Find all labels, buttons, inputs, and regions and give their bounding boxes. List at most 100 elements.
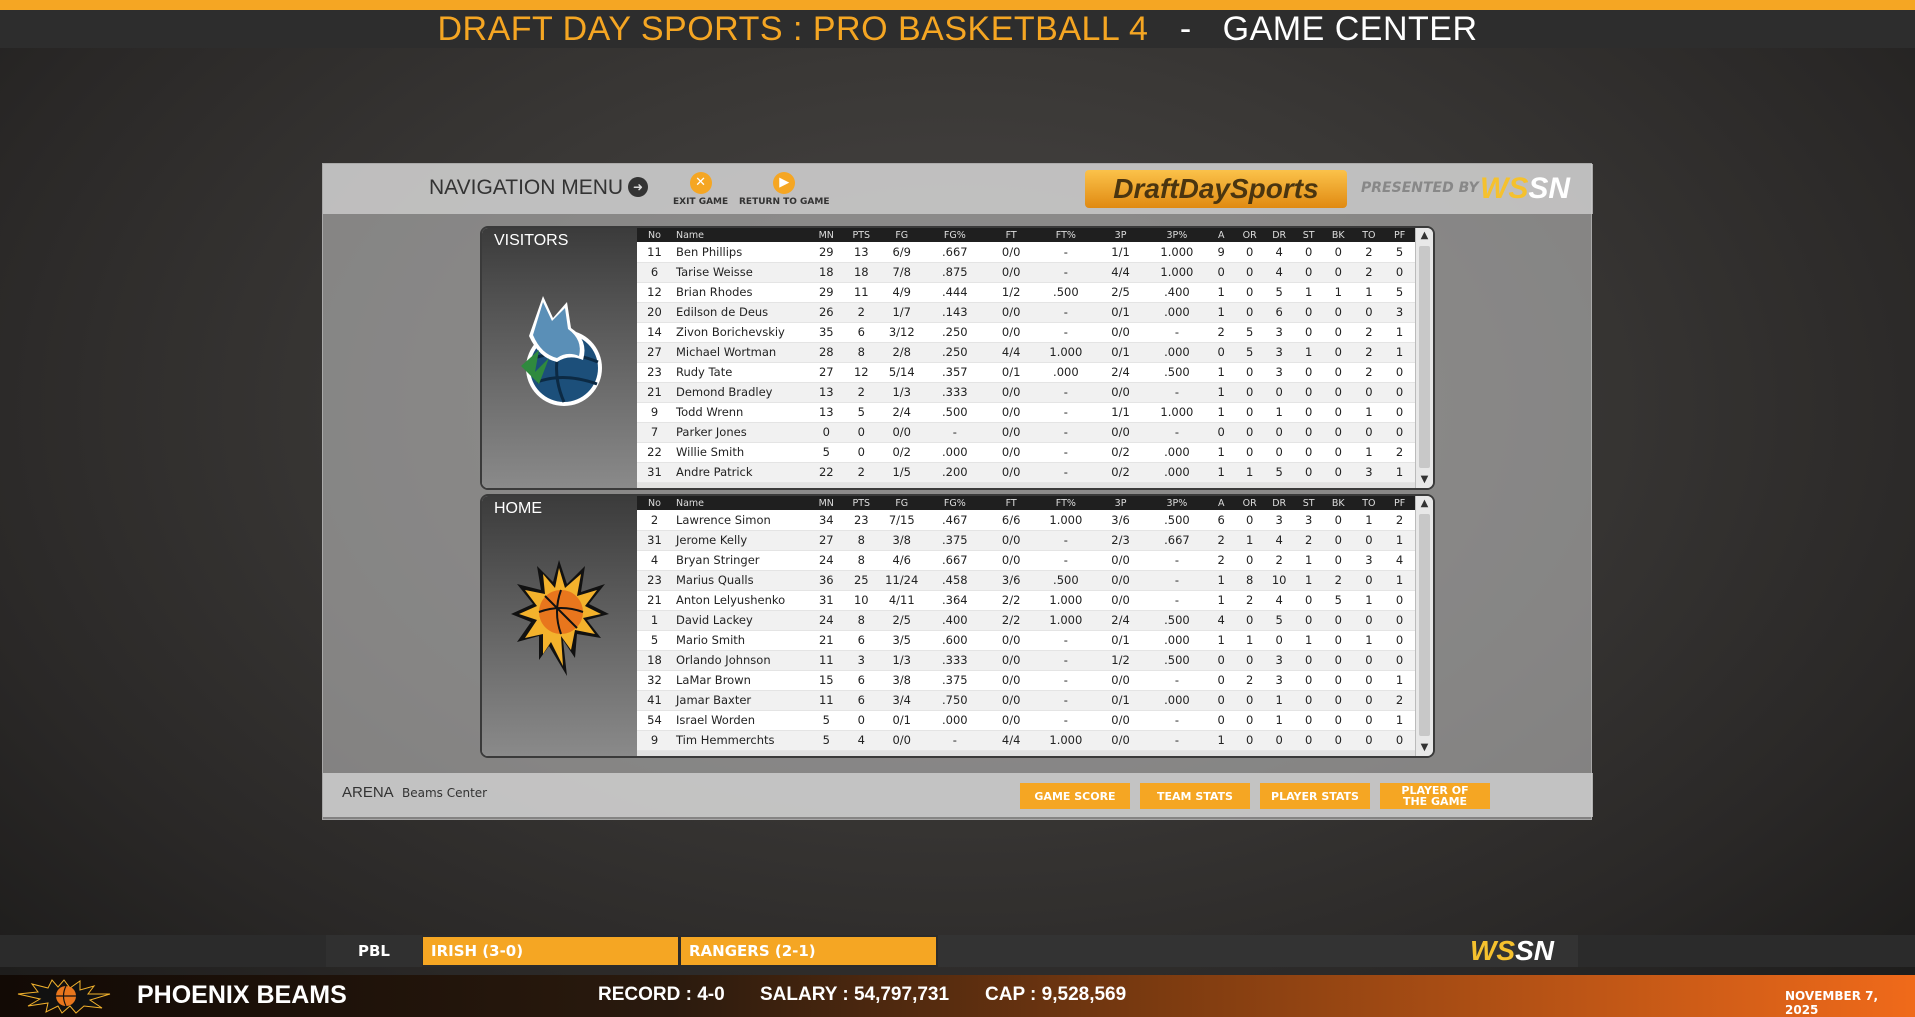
column-header[interactable]: FT%: [1037, 496, 1095, 510]
player-name[interactable]: Brian Rhodes: [672, 282, 809, 303]
player-row[interactable]: 21 Demond Bradley 13 2 1/3.333 0/0-0/0-1 0 0 0 0 0…: [637, 382, 1415, 403]
return-to-game-button[interactable]: ▶ RETURN TO GAME: [739, 172, 830, 207]
player-row[interactable]: 18 Orlando Johnson 11 3 1/3.333 0/0-1/2.500 0 0…: [637, 650, 1415, 671]
column-header[interactable]: BK: [1322, 496, 1354, 510]
column-header[interactable]: TO: [1353, 228, 1385, 242]
column-header[interactable]: ST: [1294, 228, 1323, 242]
column-header[interactable]: ST: [1294, 496, 1323, 510]
column-header[interactable]: PTS: [843, 228, 879, 242]
player-row[interactable]: 9 Todd Wrenn 13 5 2/4.500 0/0-1/1 1.000 1 0 1 0 0 1 0: [637, 402, 1415, 423]
scroll-up-icon[interactable]: ▲: [1416, 496, 1433, 512]
visitors-scrollbar[interactable]: ▲ ▼: [1415, 228, 1433, 488]
player-row[interactable]: 32 LaMar Brown 15 6 3/8.375 0/0-0/0-0 2 3 0 0 0 1: [637, 670, 1415, 691]
column-header[interactable]: A: [1206, 496, 1236, 510]
column-header[interactable]: 3P%: [1146, 228, 1207, 242]
navigation-arrow-icon[interactable]: ➜: [628, 177, 648, 197]
player-row[interactable]: 21 Anton Lelyushenko 31 10 4/11.364 2/2 1.000 0…: [637, 590, 1415, 611]
player-name[interactable]: Anton Lelyushenko: [672, 590, 809, 611]
column-header[interactable]: 3P: [1094, 228, 1147, 242]
player-row[interactable]: 54 Israel Worden 5 0 0/1.000 0/0-0/0-0 0 1 0 0 0 1: [637, 710, 1415, 731]
column-header[interactable]: No: [637, 228, 672, 242]
player-name[interactable]: Todd Wrenn: [672, 402, 809, 423]
column-header[interactable]: FG%: [924, 496, 985, 510]
ticker-game-1[interactable]: IRISH (3-0): [423, 937, 678, 965]
player-row[interactable]: 4 Bryan Stringer 24 8 4/6.667 0/0-0/0-2 0 2 1 0 3 4: [637, 550, 1415, 571]
player-name[interactable]: David Lackey: [672, 610, 809, 631]
player-row[interactable]: 14 Zivon Borichevskiy 35 6 3/12.250 0/0-0/0-2…: [637, 322, 1415, 343]
exit-game-button[interactable]: ✕ EXIT GAME: [673, 172, 728, 207]
scroll-thumb[interactable]: [1419, 246, 1430, 468]
player-name[interactable]: Israel Worden: [672, 710, 809, 731]
column-header[interactable]: PTS: [843, 496, 879, 510]
player-row[interactable]: 12 Brian Rhodes 29 11 4/9.444 1/2.500 2/5.400 1…: [637, 282, 1415, 303]
ticker-game-2[interactable]: RANGERS (2-1): [681, 937, 936, 965]
column-header[interactable]: Name: [672, 496, 809, 510]
column-header[interactable]: No: [637, 496, 672, 510]
column-header[interactable]: FT: [984, 228, 1038, 242]
player-row[interactable]: 31 Andre Patrick 22 2 1/5.200 0/0-0/2.000 1 1 5 0…: [637, 462, 1415, 483]
player-name[interactable]: Tim Hemmerchts: [672, 730, 809, 751]
player-name[interactable]: Jamar Baxter: [672, 690, 809, 711]
navigation-menu-label[interactable]: NAVIGATION MENU: [429, 176, 623, 200]
player-stats-button[interactable]: PLAYER STATS: [1260, 783, 1370, 809]
scroll-down-icon[interactable]: ▼: [1416, 472, 1433, 488]
player-name[interactable]: LaMar Brown: [672, 670, 809, 691]
player-name[interactable]: Michael Wortman: [672, 342, 809, 363]
scroll-down-icon[interactable]: ▼: [1416, 740, 1433, 756]
player-name[interactable]: Orlando Johnson: [672, 650, 809, 671]
player-name[interactable]: Lawrence Simon: [672, 510, 809, 531]
player-row[interactable]: 41 Jamar Baxter 11 6 3/4.750 0/0-0/1.000 0 0 1 0 0…: [637, 690, 1415, 711]
column-header[interactable]: DR: [1263, 496, 1295, 510]
player-row[interactable]: 2 Lawrence Simon 34 23 7/15.467 6/6 1.000 3/6.5…: [637, 510, 1415, 531]
column-header[interactable]: MN: [808, 228, 844, 242]
column-header[interactable]: PF: [1384, 496, 1415, 510]
column-header[interactable]: A: [1206, 228, 1236, 242]
player-name[interactable]: Edilson de Deus: [672, 302, 809, 323]
player-row[interactable]: 22 Willie Smith 5 0 0/2.000 0/0-0/2.000 1 0 0 0 0 1…: [637, 442, 1415, 463]
player-name[interactable]: Ben Phillips: [672, 242, 809, 263]
scroll-thumb[interactable]: [1419, 514, 1430, 736]
team-stats-button[interactable]: TEAM STATS: [1140, 783, 1250, 809]
player-name[interactable]: Willie Smith: [672, 442, 809, 463]
column-header[interactable]: MN: [808, 496, 844, 510]
player-row[interactable]: 1 David Lackey 24 8 2/5.400 2/2 1.000 2/4.500 4 0…: [637, 610, 1415, 631]
player-row[interactable]: 23 Marius Qualls 36 25 11/24.458 3/6.500 0/0-1…: [637, 570, 1415, 591]
player-name[interactable]: Andre Patrick: [672, 462, 809, 483]
player-name[interactable]: Marius Qualls: [672, 570, 809, 591]
column-header[interactable]: OR: [1235, 228, 1264, 242]
column-header[interactable]: FG: [878, 228, 925, 242]
player-row[interactable]: 27 Michael Wortman 28 8 2/8.250 4/4 1.000 0/1.0…: [637, 342, 1415, 363]
player-name[interactable]: Parker Jones: [672, 422, 809, 443]
player-name[interactable]: Rudy Tate: [672, 362, 809, 383]
column-header[interactable]: TO: [1353, 496, 1385, 510]
column-header[interactable]: FG%: [924, 228, 985, 242]
scroll-up-icon[interactable]: ▲: [1416, 228, 1433, 244]
player-row[interactable]: 6 Tarise Weisse 18 18 7/8.875 0/0-4/4 1.000 0 0 4…: [637, 262, 1415, 283]
player-name[interactable]: Bryan Stringer: [672, 550, 809, 571]
home-scrollbar[interactable]: ▲ ▼: [1415, 496, 1433, 756]
column-header[interactable]: Name: [672, 228, 809, 242]
column-header[interactable]: FG: [878, 496, 925, 510]
player-row[interactable]: 5 Mario Smith 21 6 3/5.600 0/0-0/1.000 1 1 0 1 0 1 0: [637, 630, 1415, 651]
column-header[interactable]: 3P: [1094, 496, 1147, 510]
player-row[interactable]: 31 Jerome Kelly 27 8 3/8.375 0/0-2/3.667 2 1 4 2 0…: [637, 530, 1415, 551]
column-header[interactable]: OR: [1235, 496, 1264, 510]
column-header[interactable]: 3P%: [1146, 496, 1207, 510]
player-name[interactable]: Demond Bradley: [672, 382, 809, 403]
game-score-button[interactable]: GAME SCORE: [1020, 783, 1130, 809]
player-row[interactable]: 11 Ben Phillips 29 13 6/9.667 0/0-1/1 1.000 9 0 4…: [637, 242, 1415, 263]
column-header[interactable]: FT%: [1037, 228, 1095, 242]
column-header[interactable]: FT: [984, 496, 1038, 510]
column-header[interactable]: BK: [1322, 228, 1354, 242]
player-name[interactable]: Mario Smith: [672, 630, 809, 651]
column-header[interactable]: PF: [1384, 228, 1415, 242]
player-row[interactable]: 9 Tim Hemmerchts 5 4 0/0-4/4 1.000 0/0-1 0 0 0 0 0 0: [637, 730, 1415, 751]
player-row[interactable]: 20 Edilson de Deus 26 2 1/7.143 0/0-0/1.000 1 0…: [637, 302, 1415, 323]
player-name[interactable]: Jerome Kelly: [672, 530, 809, 551]
column-header[interactable]: DR: [1263, 228, 1295, 242]
player-name[interactable]: Zivon Borichevskiy: [672, 322, 809, 343]
player-name[interactable]: Tarise Weisse: [672, 262, 809, 283]
player-row[interactable]: 7 Parker Jones 0 0 0/0-0/0-0/0-0 0 0 0 0 0 0: [637, 422, 1415, 443]
player-of-the-game-button[interactable]: PLAYER OF THE GAME: [1380, 783, 1490, 809]
player-row[interactable]: 23 Rudy Tate 27 12 5/14.357 0/1.000 2/4.500 1 0 3…: [637, 362, 1415, 383]
